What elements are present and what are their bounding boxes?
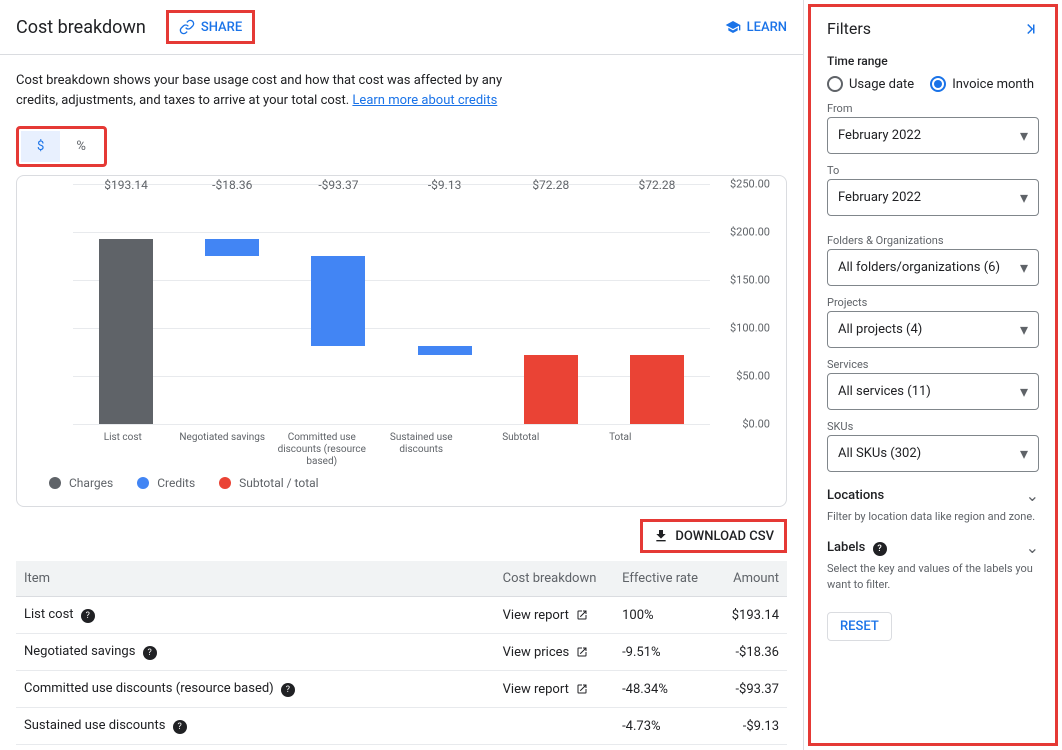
reset-button[interactable]: RESET — [827, 612, 892, 641]
bar-label: -$9.13 — [428, 178, 461, 344]
labels-expand[interactable]: Labels ? ⌄ — [827, 538, 1039, 557]
locations-hint: Filter by location data like region and … — [827, 509, 1039, 524]
bar-label: $193.14 — [104, 178, 148, 237]
legend-item: Credits — [137, 476, 195, 490]
bar-label: -$93.37 — [318, 178, 358, 254]
x-label: Sustained use discounts — [372, 432, 472, 468]
learn-button[interactable]: LEARN — [725, 19, 787, 35]
help-icon[interactable]: ? — [173, 720, 187, 734]
dollar-toggle[interactable]: $ — [21, 131, 60, 162]
learn-more-link[interactable]: Learn more about credits — [352, 93, 497, 108]
bar-label: $72.28 — [638, 178, 675, 353]
table-header: Cost breakdown — [495, 561, 614, 597]
chevron-down-icon: ⌄ — [1026, 486, 1039, 505]
bar-total[interactable]: $72.28 — [498, 184, 604, 424]
table-row: Sustained use discounts ?-4.73%-$9.13 — [16, 708, 787, 745]
x-label: Negotiated savings — [173, 432, 273, 468]
y-tick: $50.00 — [736, 370, 770, 383]
table-row: Committed use discounts (resource based)… — [16, 671, 787, 708]
table-row: List cost ?View report 100%$193.14 — [16, 597, 787, 634]
x-label: Subtotal — [471, 432, 571, 468]
help-icon[interactable]: ? — [281, 683, 295, 697]
bar-label: $72.28 — [532, 178, 569, 353]
skus-label: SKUs — [827, 420, 1039, 433]
table-header: Effective rate — [614, 561, 714, 597]
chart-container: $0.00 $50.00 $100.00 $150.00 $200.00 $250.00 $… — [16, 175, 787, 507]
cost-table: ItemCost breakdownEffective rateAmount L… — [16, 561, 787, 750]
collapse-icon[interactable] — [1021, 20, 1039, 38]
view-link[interactable]: View report — [503, 608, 588, 623]
x-label: Total — [571, 432, 671, 468]
to-label: To — [827, 164, 1039, 177]
bar-credit[interactable]: -$93.37 — [285, 184, 391, 424]
bar-credit[interactable]: -$9.13 — [392, 184, 498, 424]
bar-total[interactable]: $72.28 — [604, 184, 710, 424]
description: Cost breakdown shows your base usage cos… — [16, 71, 516, 110]
view-link[interactable]: View prices — [503, 645, 589, 660]
from-select[interactable]: February 2022▾ — [827, 117, 1039, 154]
services-select[interactable]: All services (11)▾ — [827, 373, 1039, 410]
projects-label: Projects — [827, 296, 1039, 309]
table-header: Item — [16, 561, 495, 597]
y-tick: $0.00 — [742, 418, 770, 431]
services-label: Services — [827, 358, 1039, 371]
table-row: CostView report $193.14 — [16, 745, 787, 750]
help-icon[interactable]: ? — [873, 542, 887, 556]
locations-expand[interactable]: Locations ⌄ — [827, 486, 1039, 505]
table-row: Negotiated savings ?View prices -9.51%-$… — [16, 634, 787, 671]
filters-title: Filters — [827, 19, 871, 38]
page-title: Cost breakdown — [16, 17, 146, 38]
link-icon — [179, 19, 195, 35]
bar-charge[interactable]: $193.14 — [73, 184, 179, 424]
graduation-icon — [725, 19, 741, 35]
share-button[interactable]: SHARE — [166, 10, 255, 44]
labels-hint: Select the key and values of the labels … — [827, 561, 1039, 592]
chart-area: $0.00$50.00$100.00$150.00$200.00$250.00$… — [33, 184, 770, 424]
y-tick: $100.00 — [730, 322, 770, 335]
percent-toggle[interactable]: % — [60, 131, 102, 162]
radio-invoice-month[interactable]: Invoice month — [930, 76, 1034, 92]
help-icon[interactable]: ? — [143, 646, 157, 660]
view-link[interactable]: View report — [503, 682, 588, 697]
launch-icon — [576, 608, 588, 623]
download-icon — [653, 528, 669, 544]
legend-item: Charges — [49, 476, 113, 490]
header: Cost breakdown SHARE LEARN — [0, 0, 803, 55]
from-label: From — [827, 102, 1039, 115]
unit-toggle: $ % — [16, 126, 107, 167]
x-label: Committed use discounts (resource based) — [272, 432, 372, 468]
bar-credit[interactable]: -$18.36 — [179, 184, 285, 424]
y-tick: $200.00 — [730, 226, 770, 239]
bar-label: -$18.36 — [212, 178, 252, 237]
y-tick: $150.00 — [730, 274, 770, 287]
skus-select[interactable]: All SKUs (302)▾ — [827, 435, 1039, 472]
help-icon[interactable]: ? — [81, 609, 95, 623]
launch-icon — [576, 645, 588, 660]
radio-usage-date[interactable]: Usage date — [827, 76, 914, 92]
x-label: List cost — [73, 432, 173, 468]
time-range-label: Time range — [827, 54, 1039, 68]
y-tick: $250.00 — [730, 178, 770, 191]
table-header: Amount — [714, 561, 787, 597]
download-csv-button[interactable]: DOWNLOAD CSV — [640, 519, 787, 553]
folders-select[interactable]: All folders/organizations (6)▾ — [827, 249, 1039, 286]
chevron-down-icon: ⌄ — [1026, 538, 1039, 557]
filters-panel: Filters Time range Usage date Invoice mo… — [808, 4, 1058, 746]
to-select[interactable]: February 2022▾ — [827, 179, 1039, 216]
launch-icon — [576, 682, 588, 697]
projects-select[interactable]: All projects (4)▾ — [827, 311, 1039, 348]
folders-label: Folders & Organizations — [827, 234, 1039, 247]
legend-item: Subtotal / total — [219, 476, 318, 490]
